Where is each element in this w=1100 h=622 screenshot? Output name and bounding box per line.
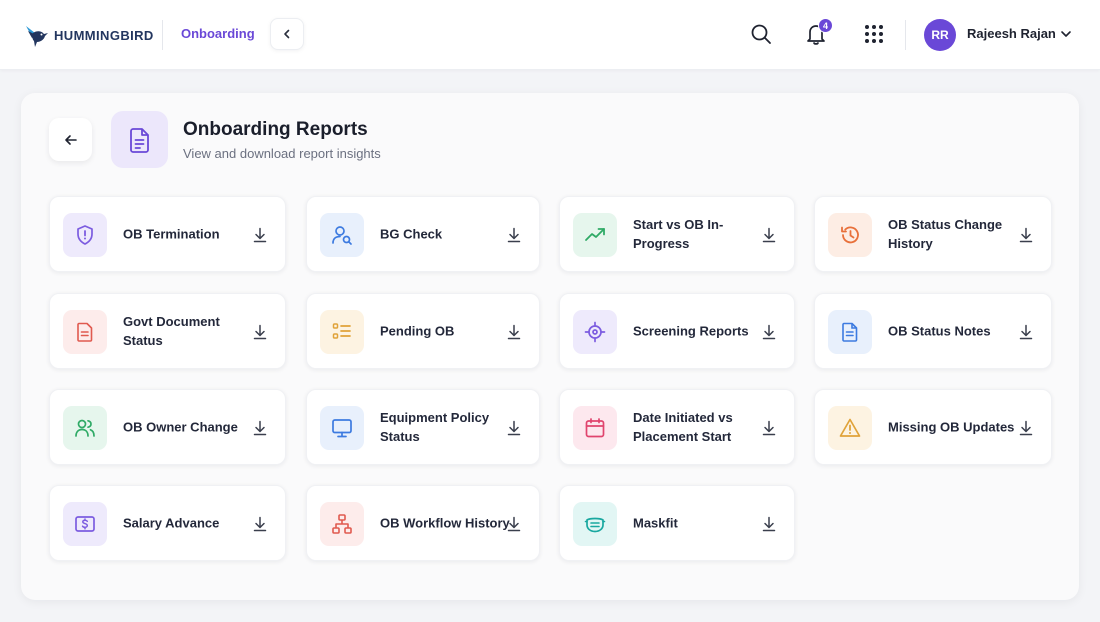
- download-button[interactable]: [505, 514, 523, 534]
- download-icon: [1019, 420, 1033, 436]
- page-subtitle: View and download report insights: [183, 146, 381, 161]
- history-icon: [828, 213, 872, 257]
- report-card-label: Maskfit: [633, 515, 678, 531]
- collapse-button[interactable]: [270, 18, 304, 50]
- download-icon: [762, 420, 776, 436]
- download-button[interactable]: [505, 225, 523, 245]
- report-card[interactable]: OB Status Notes: [814, 293, 1052, 369]
- user-name[interactable]: Rajeesh Rajan: [967, 26, 1056, 41]
- download-button[interactable]: [760, 225, 778, 245]
- shield-alert-icon: [63, 213, 107, 257]
- dollar-icon: [63, 502, 107, 546]
- search-button[interactable]: [748, 20, 774, 48]
- download-button[interactable]: [1017, 322, 1035, 342]
- report-card[interactable]: Screening Reports: [559, 293, 795, 369]
- brand-name: HUMMINGBIRD: [54, 27, 154, 43]
- brand-logo[interactable]: HUMMINGBIRD: [24, 22, 154, 48]
- users-icon: [63, 406, 107, 450]
- calendar-icon: [573, 406, 617, 450]
- notification-badge: 4: [818, 18, 833, 33]
- download-icon: [1019, 227, 1033, 243]
- report-card-label: OB Owner Change: [123, 419, 238, 435]
- report-card-label: OB Status Notes: [888, 323, 991, 339]
- report-card-label: Salary Advance: [123, 515, 220, 531]
- download-button[interactable]: [251, 322, 269, 342]
- download-icon: [762, 516, 776, 532]
- notes-icon: [828, 310, 872, 354]
- report-card-label: OB Status Change History: [888, 217, 1003, 251]
- hummingbird-icon: [26, 26, 48, 47]
- report-card[interactable]: Maskfit: [559, 485, 795, 561]
- download-button[interactable]: [760, 418, 778, 438]
- download-icon: [253, 516, 267, 532]
- report-card-label: OB Termination: [123, 226, 220, 242]
- report-card[interactable]: OB Status Change History: [814, 196, 1052, 272]
- chevron-left-icon: [284, 29, 290, 39]
- target-icon: [573, 310, 617, 354]
- report-card-label: Equipment Policy Status: [380, 410, 490, 444]
- download-icon: [762, 227, 776, 243]
- download-icon: [253, 227, 267, 243]
- breadcrumb-onboarding[interactable]: Onboarding: [181, 26, 255, 41]
- report-document-icon: [111, 111, 168, 168]
- download-button[interactable]: [760, 514, 778, 534]
- report-card[interactable]: Equipment Policy Status: [306, 389, 540, 465]
- page-title: Onboarding Reports: [183, 119, 368, 140]
- divider: [905, 20, 906, 50]
- list-icon: [320, 310, 364, 354]
- warning-icon: [828, 406, 872, 450]
- download-icon: [507, 227, 521, 243]
- mask-icon: [573, 502, 617, 546]
- report-card-label: OB Workflow History: [380, 515, 510, 531]
- report-card[interactable]: Missing OB Updates: [814, 389, 1052, 465]
- download-button[interactable]: [1017, 418, 1035, 438]
- download-button[interactable]: [251, 514, 269, 534]
- report-card[interactable]: Start vs OB In-Progress: [559, 196, 795, 272]
- back-button[interactable]: [49, 118, 92, 161]
- report-card[interactable]: BG Check: [306, 196, 540, 272]
- report-card-label: Govt Document Status: [123, 314, 220, 348]
- download-button[interactable]: [1017, 225, 1035, 245]
- divider: [162, 20, 163, 50]
- download-icon: [253, 420, 267, 436]
- download-button[interactable]: [505, 322, 523, 342]
- download-button[interactable]: [760, 322, 778, 342]
- avatar[interactable]: RR: [924, 19, 956, 51]
- arrow-left-icon: [64, 134, 77, 145]
- chevron-down-icon[interactable]: [1059, 27, 1073, 41]
- report-card[interactable]: Govt Document Status: [49, 293, 286, 369]
- download-icon: [507, 516, 521, 532]
- report-card-label: Start vs OB In-Progress: [633, 217, 724, 251]
- report-card-label: Date Initiated vs Placement Start: [633, 410, 733, 444]
- download-icon: [253, 324, 267, 340]
- report-card[interactable]: OB Termination: [49, 196, 286, 272]
- report-card[interactable]: OB Owner Change: [49, 389, 286, 465]
- report-card-label: BG Check: [380, 226, 443, 242]
- download-button[interactable]: [505, 418, 523, 438]
- apps-button[interactable]: [861, 20, 887, 48]
- download-button[interactable]: [251, 225, 269, 245]
- report-card-label: Missing OB Updates: [888, 419, 1015, 435]
- monitor-icon: [320, 406, 364, 450]
- report-card-label: Screening Reports: [633, 323, 749, 339]
- report-card[interactable]: Pending OB: [306, 293, 540, 369]
- report-card[interactable]: Salary Advance: [49, 485, 286, 561]
- download-icon: [1019, 324, 1033, 340]
- search-icon: [751, 24, 771, 44]
- download-icon: [762, 324, 776, 340]
- user-search-icon: [320, 213, 364, 257]
- workflow-icon: [320, 502, 364, 546]
- trending-up-icon: [573, 213, 617, 257]
- report-card-label: Pending OB: [380, 323, 455, 339]
- download-icon: [507, 324, 521, 340]
- grid-icon: [865, 25, 883, 43]
- top-bar: HUMMINGBIRD Onboarding 4 RR Rajeesh Raja…: [0, 0, 1100, 70]
- report-card[interactable]: Date Initiated vs Placement Start: [559, 389, 795, 465]
- document-icon: [63, 310, 107, 354]
- report-card[interactable]: OB Workflow History: [306, 485, 540, 561]
- download-button[interactable]: [251, 418, 269, 438]
- download-icon: [507, 420, 521, 436]
